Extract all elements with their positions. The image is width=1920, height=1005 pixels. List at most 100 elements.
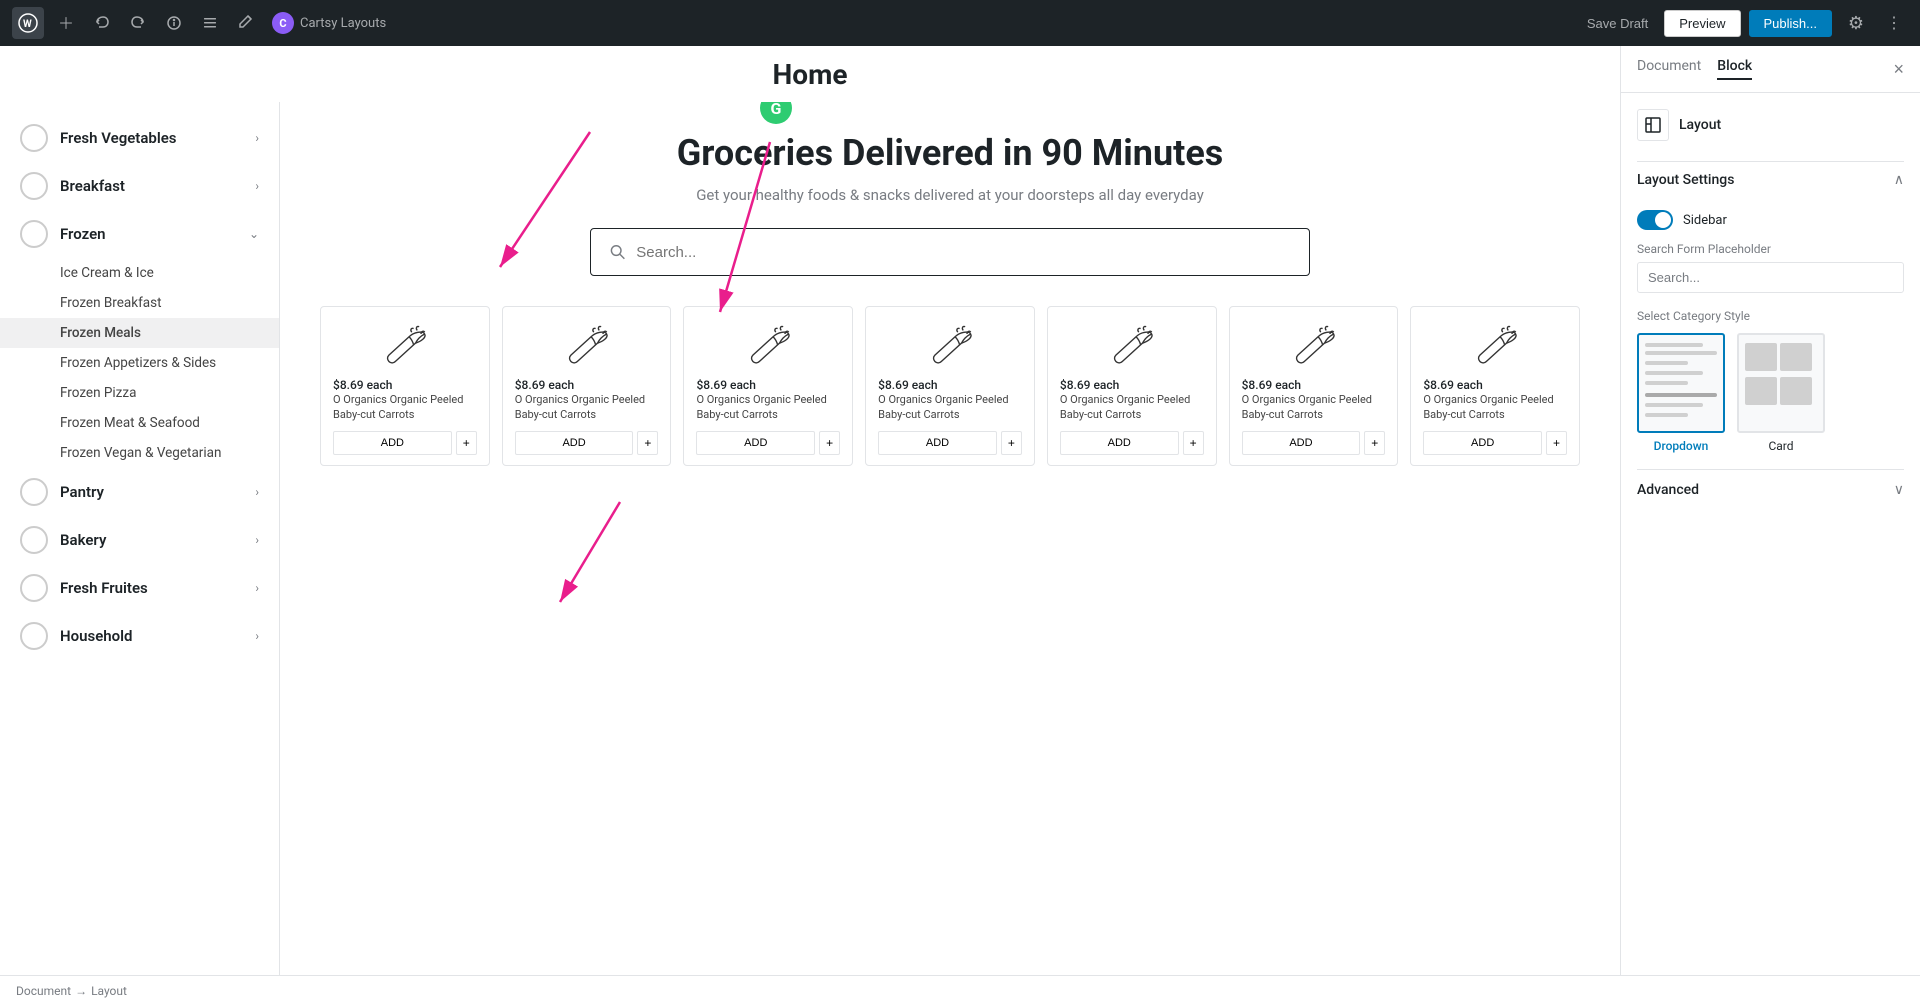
product-add-row: ADD + [696,431,840,455]
layout-settings-header[interactable]: Layout Settings ∧ [1637,161,1904,198]
quantity-plus-button[interactable]: + [1364,431,1385,455]
nav-item-household[interactable]: Household › [0,612,279,660]
preview-line [1645,371,1703,375]
product-name: O Organics Organic Peeled Baby-cut Carro… [333,392,477,423]
nav-item-label: Pantry [60,483,243,501]
preview-button[interactable]: Preview [1664,10,1740,37]
chevron-right-icon: › [255,629,259,643]
panel-close-button[interactable]: × [1893,59,1904,80]
search-placeholder-label: Search Form Placeholder [1637,242,1904,256]
nav-sub-item-frozen-breakfast[interactable]: Frozen Breakfast [0,288,279,318]
add-to-cart-button[interactable]: ADD [333,431,452,455]
product-price: $8.69 each [878,378,937,392]
dropdown-preview [1637,333,1725,433]
add-to-cart-button[interactable]: ADD [696,431,815,455]
quantity-plus-button[interactable]: + [456,431,477,455]
advanced-title: Advanced [1637,482,1699,498]
save-draft-button[interactable]: Save Draft [1579,12,1656,35]
add-to-cart-button[interactable]: ADD [1423,431,1542,455]
preview-block [1645,393,1717,397]
add-to-cart-button[interactable]: ADD [1242,431,1361,455]
nav-sub-item-frozen-appetizers[interactable]: Frozen Appetizers & Sides [0,348,279,378]
category-style-card-option[interactable]: Card [1737,333,1825,453]
cartsy-plugin-label: C Cartsy Layouts [272,12,386,34]
nav-item-label: Fresh Fruites [60,579,243,597]
quantity-plus-button[interactable]: + [1546,431,1567,455]
nav-sub-item-frozen-pizza[interactable]: Frozen Pizza [0,378,279,408]
product-add-row: ADD + [1242,431,1386,455]
product-add-row: ADD + [1423,431,1567,455]
nav-item-fresh-fruites[interactable]: Fresh Fruites › [0,564,279,612]
product-card: $8.69 each O Organics Organic Peeled Bab… [865,306,1035,466]
undo-button[interactable] [88,9,116,37]
page-title-bar: Home [0,46,1620,102]
wordpress-logo[interactable]: W [12,7,44,39]
info-button[interactable] [160,9,188,37]
chevron-right-icon: › [255,533,259,547]
list-view-button[interactable] [196,9,224,37]
edit-button[interactable] [232,9,260,37]
preview-line [1645,381,1688,385]
redo-button[interactable] [124,9,152,37]
product-card: $8.69 each O Organics Organic Peeled Bab… [1410,306,1580,466]
quantity-plus-button[interactable]: + [1183,431,1204,455]
product-price: $8.69 each [696,378,755,392]
product-price: $8.69 each [1242,378,1301,392]
product-card: $8.69 each O Organics Organic Peeled Bab… [683,306,853,466]
category-style-dropdown-option[interactable]: Dropdown [1637,333,1725,453]
nav-item-bakery[interactable]: Bakery › [0,516,279,564]
products-row: $8.69 each O Organics Organic Peeled Bab… [320,306,1580,466]
quantity-plus-button[interactable]: + [1001,431,1022,455]
nav-item-breakfast[interactable]: Breakfast › [0,162,279,210]
hero-search-box[interactable] [590,228,1310,276]
add-to-cart-button[interactable]: ADD [1060,431,1179,455]
more-options-button[interactable]: ⋮ [1880,9,1908,37]
product-name: O Organics Organic Peeled Baby-cut Carro… [696,392,840,423]
preview-line [1645,413,1688,417]
nav-item-dot [20,478,48,506]
nav-sub-item-frozen-meals[interactable]: Frozen Meals [0,318,279,348]
breadcrumb-layout[interactable]: Layout [91,984,127,998]
panel-body: Layout Layout Settings ∧ Sidebar Search … [1621,93,1920,975]
nav-item-fresh-vegetables[interactable]: Fresh Vegetables › [0,114,279,162]
nav-item-frozen[interactable]: Frozen ⌄ [0,210,279,258]
settings-button[interactable]: ⚙ [1840,7,1872,39]
collapse-icon: ∧ [1894,172,1904,188]
nav-item-dot [20,622,48,650]
chevron-right-icon: › [255,581,259,595]
product-image [1104,323,1159,378]
card-style-label: Card [1768,439,1793,453]
quantity-plus-button[interactable]: + [819,431,840,455]
nav-sub-item-ice-cream[interactable]: Ice Cream & Ice [0,258,279,288]
search-input[interactable] [636,244,1291,261]
product-image [377,323,432,378]
nav-item-label: Bakery [60,531,243,549]
add-to-cart-button[interactable]: ADD [878,431,997,455]
breadcrumb-document[interactable]: Document [16,984,71,998]
quantity-plus-button[interactable]: + [637,431,658,455]
document-tab[interactable]: Document [1637,58,1701,80]
svg-text:W: W [23,19,32,30]
publish-button[interactable]: Publish... [1749,10,1832,37]
sidebar-toggle[interactable] [1637,210,1673,230]
topbar-right-actions: Save Draft Preview Publish... ⚙ ⋮ [1579,7,1908,39]
nav-sub-item-frozen-vegan[interactable]: Frozen Vegan & Vegetarian [0,438,279,468]
chevron-down-icon: ∨ [1894,482,1904,498]
product-add-row: ADD + [1060,431,1204,455]
nav-item-label: Breakfast [60,177,243,195]
chevron-right-icon: › [255,131,259,145]
card-preview [1737,333,1825,433]
product-image [559,323,614,378]
block-tab[interactable]: Block [1717,58,1752,80]
product-add-row: ADD + [333,431,477,455]
cartsy-icon: C [272,12,294,34]
product-image [741,323,796,378]
category-style-options: Dropdown Card [1637,333,1904,453]
nav-item-pantry[interactable]: Pantry › [0,468,279,516]
add-to-cart-button[interactable]: ADD [515,431,634,455]
advanced-section-header[interactable]: Advanced ∨ [1637,469,1904,510]
add-block-button[interactable] [52,9,80,37]
preview-line [1645,361,1688,365]
search-placeholder-input[interactable] [1637,262,1904,293]
nav-sub-item-frozen-meat[interactable]: Frozen Meat & Seafood [0,408,279,438]
